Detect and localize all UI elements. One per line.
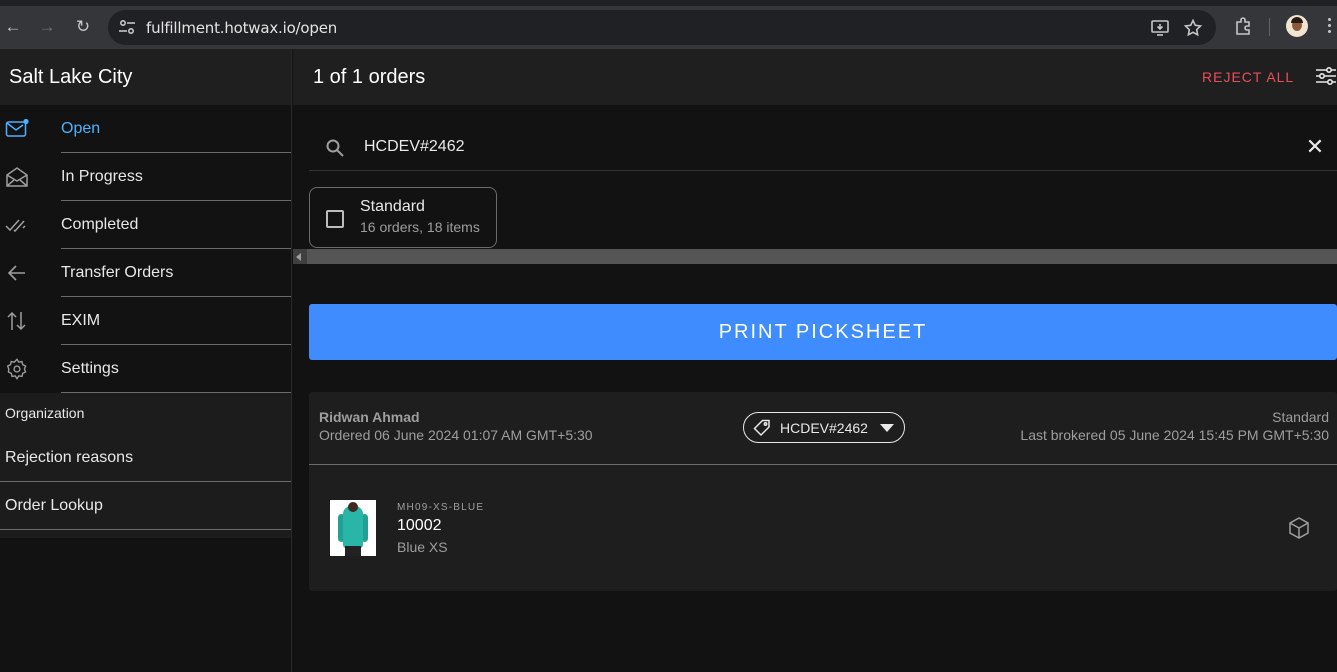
browser-toolbar: ← → ↻ fulfillment.hotwax.io/open bbox=[0, 0, 1337, 49]
mail-unread-icon bbox=[5, 118, 29, 137]
address-bar[interactable]: fulfillment.hotwax.io/open bbox=[108, 10, 1216, 45]
product-sku: MH09-XS-BLUE bbox=[397, 502, 485, 513]
shipping-method: Standard bbox=[1272, 409, 1329, 425]
organization-header: Organization bbox=[0, 393, 291, 434]
organization-list: Rejection reasons Order Lookup bbox=[0, 434, 291, 538]
sidebar-item-completed[interactable]: Completed bbox=[0, 201, 291, 249]
sidebar-item-open[interactable]: Open bbox=[0, 105, 291, 153]
swap-vertical-icon bbox=[7, 311, 26, 331]
sidebar-item-exim[interactable]: EXIM bbox=[0, 297, 291, 345]
cube-package-icon[interactable] bbox=[1287, 516, 1311, 540]
sidebar-item-label: Settings bbox=[61, 345, 291, 393]
extensions-icon[interactable] bbox=[1233, 16, 1253, 36]
sidebar: Salt Lake City Open In Progress Complete… bbox=[0, 49, 292, 672]
sidebar-item-rejection-reasons[interactable]: Rejection reasons bbox=[0, 434, 291, 482]
order-name-chip[interactable]: HCDEV#2462 bbox=[743, 412, 905, 443]
done-all-icon bbox=[5, 219, 26, 233]
customer-name: Ridwan Ahmad bbox=[319, 409, 420, 425]
order-date: Ordered 06 June 2024 01:07 AM GMT+5:30 bbox=[319, 427, 593, 443]
shipment-method-checkbox[interactable] bbox=[326, 210, 344, 228]
sidebar-item-label: Open bbox=[61, 105, 291, 153]
product-image bbox=[330, 500, 376, 556]
caret-down-icon bbox=[880, 424, 894, 432]
install-app-icon[interactable] bbox=[1150, 18, 1170, 38]
arrow-back-icon bbox=[7, 265, 25, 281]
order-name: HCDEV#2462 bbox=[780, 420, 868, 436]
sidebar-item-order-lookup[interactable]: Order Lookup bbox=[0, 482, 291, 530]
mail-open-icon bbox=[6, 167, 28, 187]
main-header: 1 of 1 orders REJECT ALL bbox=[293, 49, 1337, 105]
product-variant: Blue XS bbox=[397, 539, 448, 555]
app-root: Salt Lake City Open In Progress Complete… bbox=[0, 49, 1337, 672]
scrollbar-thumb[interactable] bbox=[307, 249, 1337, 264]
search-input[interactable] bbox=[364, 138, 1264, 156]
reject-all-button[interactable]: REJECT ALL bbox=[1202, 69, 1294, 85]
shipment-method-title: Standard bbox=[360, 198, 425, 215]
bookmark-star-icon[interactable] bbox=[1183, 18, 1203, 38]
sidebar-item-label: In Progress bbox=[61, 153, 291, 201]
print-picksheet-button[interactable]: PRINT PICKSHEET bbox=[309, 304, 1337, 360]
sidebar-item-label: Completed bbox=[61, 201, 291, 249]
search-bar: ✕ bbox=[309, 125, 1337, 171]
shipment-method-count: 16 orders, 18 items bbox=[360, 219, 480, 235]
order-item: MH09-XS-BLUE 10002 Blue XS bbox=[309, 465, 1337, 591]
shipment-method-filter[interactable]: Standard 16 orders, 18 items bbox=[309, 187, 497, 248]
order-header: Ridwan Ahmad Ordered 06 June 2024 01:07 … bbox=[309, 392, 1337, 465]
settings-icon bbox=[6, 358, 27, 380]
browser-menu-icon[interactable] bbox=[1328, 18, 1332, 36]
search-icon bbox=[326, 139, 344, 157]
product-name: 10002 bbox=[397, 517, 442, 534]
page-title: 1 of 1 orders bbox=[313, 66, 426, 88]
order-card: Ridwan Ahmad Ordered 06 June 2024 01:07 … bbox=[309, 392, 1337, 591]
sidebar-item-label: EXIM bbox=[61, 297, 291, 345]
site-settings-icon[interactable] bbox=[118, 19, 136, 35]
sidebar-item-transfer-orders[interactable]: Transfer Orders bbox=[0, 249, 291, 297]
sidebar-item-in-progress[interactable]: In Progress bbox=[0, 153, 291, 201]
reload-icon[interactable]: ↻ bbox=[72, 16, 94, 38]
sidebar-item-label: Transfer Orders bbox=[61, 249, 291, 297]
forward-icon[interactable]: → bbox=[36, 16, 58, 38]
back-icon[interactable]: ← bbox=[2, 16, 24, 38]
pricetag-icon bbox=[753, 419, 770, 437]
profile-avatar[interactable] bbox=[1286, 15, 1308, 37]
main-content: 1 of 1 orders REJECT ALL ✕ Standard 16 o… bbox=[293, 49, 1337, 672]
sidebar-item-settings[interactable]: Settings bbox=[0, 345, 291, 393]
url-text[interactable]: fulfillment.hotwax.io/open bbox=[146, 19, 337, 37]
horizontal-scrollbar[interactable] bbox=[293, 249, 1337, 264]
toolbar-divider bbox=[1269, 18, 1270, 36]
facility-title: Salt Lake City bbox=[0, 49, 291, 105]
clear-search-icon[interactable]: ✕ bbox=[1305, 136, 1325, 158]
scroll-left-icon[interactable] bbox=[296, 253, 301, 261]
options-filter-icon[interactable] bbox=[1315, 65, 1337, 87]
last-brokered-date: Last brokered 05 June 2024 15:45 PM GMT+… bbox=[1020, 427, 1329, 443]
